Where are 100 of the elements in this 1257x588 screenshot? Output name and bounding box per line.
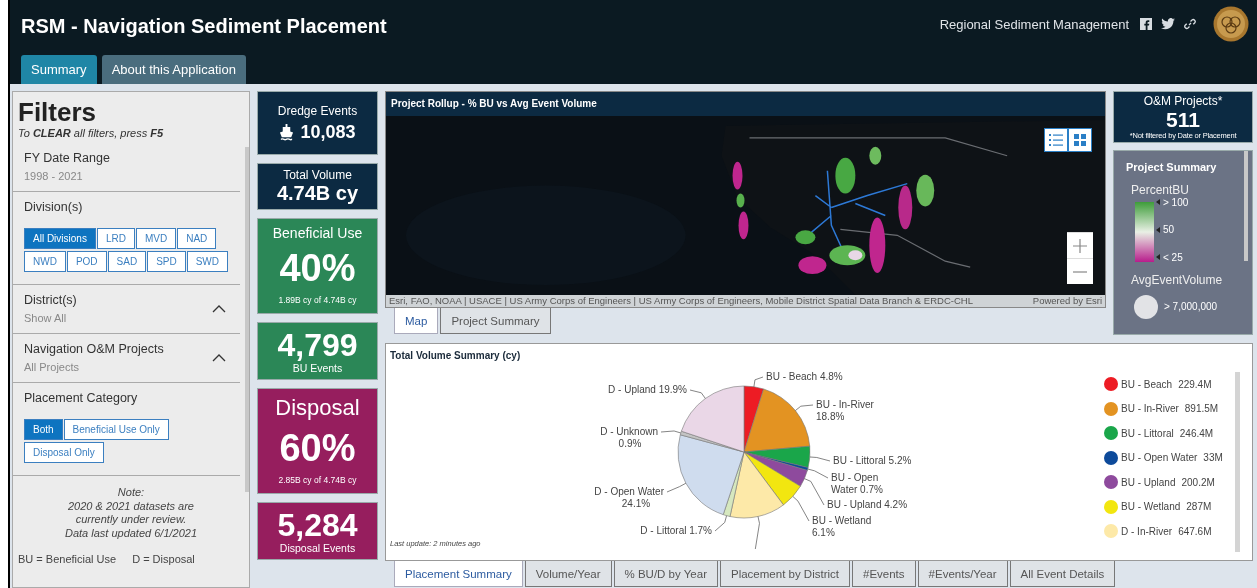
map-tab[interactable]: Project Summary xyxy=(440,308,551,334)
stat-label: Disposal Events xyxy=(279,542,356,554)
emblem-icon[interactable] xyxy=(1213,6,1249,42)
scrollbar[interactable] xyxy=(1244,150,1248,261)
grid-icon xyxy=(1074,134,1086,146)
legend-value: 287M xyxy=(1186,501,1212,512)
dropdown-value[interactable]: Show All xyxy=(24,312,77,324)
tick-label: 50 xyxy=(1163,224,1175,236)
chart-tab[interactable]: Placement Summary xyxy=(394,561,523,587)
link-icon[interactable] xyxy=(1184,18,1196,30)
legend-label[interactable]: BU - Open Water xyxy=(1121,452,1198,463)
legend-label[interactable]: BU - Upland xyxy=(1121,476,1176,488)
abbreviation-text: D = Disposal xyxy=(132,553,195,565)
scrollbar[interactable] xyxy=(1235,372,1240,552)
filter-option[interactable]: NAD xyxy=(177,228,217,249)
legend-value: 200.2M xyxy=(1181,476,1215,488)
basemap-button[interactable] xyxy=(1068,128,1092,152)
legend-label[interactable]: D - In-River xyxy=(1121,525,1173,537)
page-tab[interactable]: Summary xyxy=(21,55,97,84)
tick-icon xyxy=(1156,199,1160,206)
filter-option[interactable]: SWD xyxy=(186,251,229,272)
chart-tab[interactable]: Volume/Year xyxy=(524,561,612,587)
facebook-icon[interactable] xyxy=(1140,18,1152,30)
dropdown-value[interactable]: All Projects xyxy=(24,361,164,373)
filter-option[interactable]: SAD xyxy=(107,251,147,272)
chart-tab[interactable]: #Events xyxy=(852,561,916,587)
stat-value: 511 xyxy=(1166,107,1200,131)
slice-label: BU - Beach 4.8% xyxy=(766,371,843,382)
site-name[interactable]: Regional Sediment Management xyxy=(939,16,1129,32)
legend-label[interactable]: BU - Littoral xyxy=(1121,427,1174,439)
page-tab[interactable]: About this Application xyxy=(101,55,246,84)
pie-slice[interactable] xyxy=(729,451,784,519)
legend-button[interactable] xyxy=(1044,128,1068,152)
stat-label: Dredge Events xyxy=(277,103,358,118)
legend-label[interactable]: BU - In-River xyxy=(1121,403,1179,414)
leader-line xyxy=(666,482,687,493)
stat-detail: 1.89B cy of 4.74B cy xyxy=(278,295,357,305)
slice-label: D - Open Water 24.1% xyxy=(594,486,664,509)
filter-option[interactable]: SPD xyxy=(147,251,186,272)
filter-option[interactable]: POD xyxy=(66,251,107,272)
stat-value: 60% xyxy=(279,427,356,469)
plus-icon xyxy=(1073,238,1087,253)
pie-slice[interactable] xyxy=(743,451,801,506)
legend-value: 647.6M xyxy=(1178,525,1212,537)
filter-label: District(s) xyxy=(24,293,77,307)
tick-label: < 25 xyxy=(1163,251,1183,263)
legend-label[interactable]: BU - Wetland xyxy=(1121,501,1181,512)
slice-label: D - Littoral 1.7% xyxy=(640,525,712,536)
legend-value: 33M xyxy=(1203,452,1223,463)
pie-slice[interactable] xyxy=(743,445,811,468)
filter-label: Placement Category xyxy=(24,391,139,405)
chart-tab[interactable]: Placement by District xyxy=(720,561,850,587)
filter-option[interactable]: All Divisions xyxy=(24,228,96,249)
legend-value: > 7,000,000 xyxy=(1164,301,1218,313)
note-text: Data last updated 6/1/2021 xyxy=(63,526,199,540)
note-text: currently under review. xyxy=(74,513,188,527)
stat-value: 4.74B cy xyxy=(276,182,359,205)
tick-label: > 100 xyxy=(1163,196,1189,208)
filter-option[interactable]: Beneficial Use Only xyxy=(63,419,169,440)
filter-label: FY Date Range xyxy=(24,151,111,165)
filter-label: Division(s) xyxy=(24,200,84,214)
filter-option[interactable]: Both xyxy=(24,419,63,440)
chart-tab[interactable]: % BU/D by Year xyxy=(613,561,718,587)
legend-value: 891.5M xyxy=(1184,403,1219,414)
filter-option[interactable]: LRD xyxy=(96,228,135,249)
leader-line xyxy=(809,456,831,462)
leader-line xyxy=(795,404,814,411)
stat-label: Beneficial Use xyxy=(272,225,363,241)
stat-value: 4,799 xyxy=(277,328,358,362)
stat-detail: 2.85B cy of 4.74B cy xyxy=(278,475,357,485)
tick-icon xyxy=(1156,226,1160,233)
chevron-icon[interactable] xyxy=(212,304,226,313)
powered-by-text[interactable]: Powered by Esri xyxy=(1032,295,1102,307)
leader-line xyxy=(660,430,682,434)
leader-line xyxy=(792,496,810,522)
map-tab[interactable]: Map xyxy=(394,308,439,334)
chart-tab[interactable]: #Events/Year xyxy=(917,561,1008,587)
filter-option[interactable]: MVD xyxy=(135,228,177,249)
attribution-text: Esri, FAO, NOAA | USACE | US Army Corps of Engineers | US Army Corps of Engineers, Mobile District Spatial Data Branch & ERDC-CHL xyxy=(389,295,973,307)
date-range-value[interactable]: 1998 - 2021 xyxy=(24,170,230,182)
app-title: RSM - Navigation Sediment Placement xyxy=(21,14,387,38)
chevron-icon[interactable] xyxy=(212,353,226,362)
legend-label: AvgEventVolume xyxy=(1131,272,1224,287)
slice-label: D - Unknown 0.9% xyxy=(600,426,658,449)
note-text: Note: xyxy=(116,486,146,500)
leader-line xyxy=(753,376,764,388)
chart-title: Total Volume Summary (cy) xyxy=(390,350,522,361)
slice-label: BU - Littoral 5.2% xyxy=(833,455,912,466)
bird-icon[interactable] xyxy=(1161,18,1175,30)
leader-line xyxy=(754,516,760,549)
pie-slice[interactable] xyxy=(743,388,811,453)
leader-line xyxy=(714,515,727,532)
scrollbar[interactable] xyxy=(245,147,249,492)
pie-slice[interactable] xyxy=(743,451,808,487)
pie-slice[interactable] xyxy=(677,434,745,515)
chart-tab[interactable]: All Event Details xyxy=(1009,561,1116,587)
filter-option[interactable]: Disposal Only xyxy=(24,442,104,463)
filters-hint: To CLEAR all filters, press F5 xyxy=(18,127,165,139)
filter-option[interactable]: NWD xyxy=(24,251,66,272)
legend-label[interactable]: BU - Beach xyxy=(1121,378,1173,390)
